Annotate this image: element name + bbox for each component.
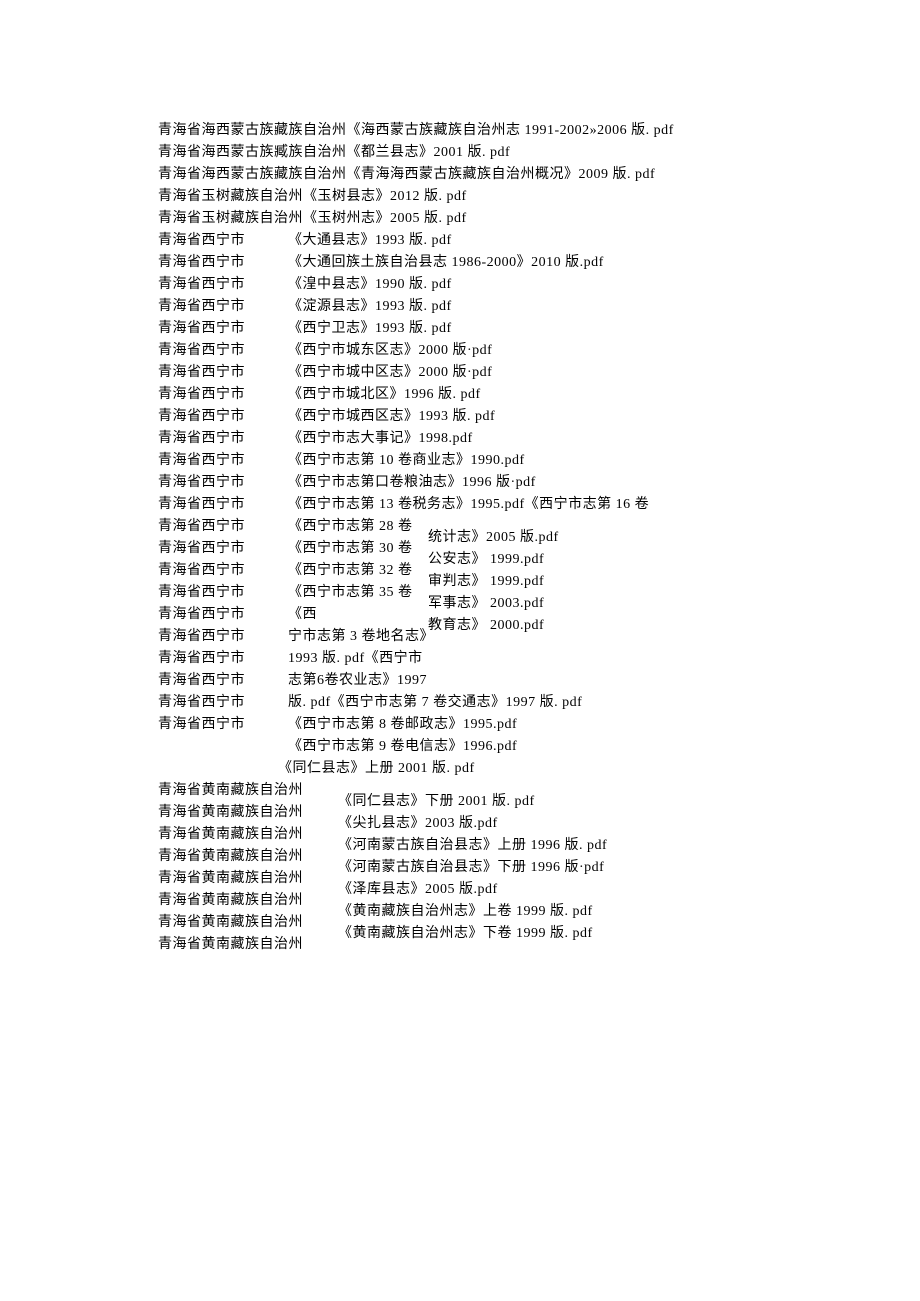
file-entry: 《西宁市志第 30 卷	[288, 538, 428, 560]
file-entry: 《西宁市城中区志》2000 版·pdf	[288, 362, 649, 384]
file-entry: 《西宁市志第口卷粮油志》1996 版·pdf	[288, 472, 649, 494]
file-entry: 审判志》 1999.pdf	[428, 571, 559, 593]
file-entry: 《尖扎县志》2003 版.pdf	[338, 813, 607, 835]
file-entry: 《大通县志》1993 版. pdf	[288, 230, 649, 252]
file-entry: 《黄南藏族自治州志》上卷 1999 版. pdf	[338, 901, 607, 923]
xining-mid-wrap: 《西宁市志第 28 卷 《西宁市志第 30 卷 《西宁市志第 32 卷 《西宁市…	[288, 516, 649, 692]
region-label: 青海省西宁市	[158, 582, 288, 604]
region-label: 青海省西宁市	[158, 428, 288, 450]
region-label: 青海省黄南藏族自治州	[158, 868, 338, 890]
region-label: 青海省西宁市	[158, 362, 288, 384]
file-entry: 军事志》 2003.pdf	[428, 593, 559, 615]
file-entry: 志第6卷农业志》1997	[288, 670, 428, 692]
huangnan-right-col: 《同仁县志》下册 2001 版. pdf 《尖扎县志》2003 版.pdf 《河…	[338, 780, 607, 956]
file-entry: 《西宁市志大事记》1998.pdf	[288, 428, 649, 450]
text-line: 青海省玉树藏族自治州《玉树州志》2005 版. pdf	[158, 208, 920, 230]
region-label: 青海省黄南藏族自治州	[158, 934, 338, 956]
region-label: 青海省西宁市	[158, 494, 288, 516]
file-entry: 《西宁市志第 13 卷税务志》1995.pdf《西宁市志第 16 卷	[288, 494, 649, 516]
xining-mid-b: 统计志》2005 版.pdf 公安志》 1999.pdf 审判志》 1999.p…	[428, 516, 559, 692]
region-label: 青海省西宁市	[158, 252, 288, 274]
region-label: 青海省西宁市	[158, 340, 288, 362]
region-label: 青海省西宁市	[158, 230, 288, 252]
file-entry: 《西宁市城北区》1996 版. pdf	[288, 384, 649, 406]
region-label: 青海省西宁市	[158, 516, 288, 538]
region-label: 青海省黄南藏族自治州	[158, 912, 338, 934]
xining-left-col: 青海省西宁市 青海省西宁市 青海省西宁市 青海省西宁市 青海省西宁市 青海省西宁…	[158, 230, 288, 780]
file-entry: 《同仁县志》上册 2001 版. pdf	[278, 758, 649, 780]
region-label: 青海省西宁市	[158, 648, 288, 670]
region-label: 青海省西宁市	[158, 384, 288, 406]
file-entry: 公安志》 1999.pdf	[428, 549, 559, 571]
region-label: 青海省西宁市	[158, 714, 288, 736]
region-label: 青海省西宁市	[158, 604, 288, 626]
region-label: 青海省西宁市	[158, 274, 288, 296]
file-entry: 《河南蒙古族自治县志》上册 1996 版. pdf	[338, 835, 607, 857]
region-label: 青海省黄南藏族自治州	[158, 824, 338, 846]
file-entry: 《西宁市城东区志》2000 版·pdf	[288, 340, 649, 362]
file-entry: 《泽库县志》2005 版.pdf	[338, 879, 607, 901]
file-entry: 《西宁市志第 10 卷商业志》1990.pdf	[288, 450, 649, 472]
region-label: 青海省黄南藏族自治州	[158, 846, 338, 868]
file-entry: 《西宁市志第 28 卷	[288, 516, 428, 538]
file-entry: 《西宁市城西区志》1993 版. pdf	[288, 406, 649, 428]
region-label: 青海省西宁市	[158, 472, 288, 494]
region-label: 青海省西宁市	[158, 406, 288, 428]
file-entry: 统计志》2005 版.pdf	[428, 527, 559, 549]
file-entry: 《黄南藏族自治州志》下卷 1999 版. pdf	[338, 923, 607, 945]
file-entry: 《西宁市志第 35 卷《西	[288, 582, 428, 626]
region-label: 青海省西宁市	[158, 450, 288, 472]
xining-block: 青海省西宁市 青海省西宁市 青海省西宁市 青海省西宁市 青海省西宁市 青海省西宁…	[158, 230, 920, 780]
file-entry: 《大通回族土族自治县志 1986-2000》2010 版.pdf	[288, 252, 649, 274]
region-label: 青海省西宁市	[158, 626, 288, 648]
region-label: 青海省西宁市	[158, 318, 288, 340]
region-label: 青海省西宁市	[158, 560, 288, 582]
region-label: 青海省黄南藏族自治州	[158, 780, 338, 802]
text-line: 青海省玉树藏族自治州《玉树县志》2012 版. pdf	[158, 186, 920, 208]
file-entry: 版. pdf《西宁市志第 7 卷交通志》1997 版. pdf	[288, 692, 649, 714]
region-label: 青海省西宁市	[158, 296, 288, 318]
huangnan-block: 青海省黄南藏族自治州 青海省黄南藏族自治州 青海省黄南藏族自治州 青海省黄南藏族…	[158, 780, 920, 956]
file-entry: 教育志》 2000.pdf	[428, 615, 559, 637]
text-line: 青海省海西蒙古族藏族自治州《青海海西蒙古族藏族自治州概况》2009 版. pdf	[158, 164, 920, 186]
text-line: 青海省海西蒙古族藏族自治州《海西蒙古族藏族自治州志 1991-2002»2006…	[158, 120, 920, 142]
file-entry: 《西宁市志第 8 卷邮政志》1995.pdf	[288, 714, 649, 736]
file-entry: 1993 版. pdf《西宁市	[288, 648, 428, 670]
file-entry: 《西宁市志第 32 卷	[288, 560, 428, 582]
file-entry: 《西宁卫志》1993 版. pdf	[288, 318, 649, 340]
xining-right-col: 《大通县志》1993 版. pdf 《大通回族土族自治县志 1986-2000》…	[288, 230, 649, 780]
region-label: 青海省西宁市	[158, 538, 288, 560]
region-label: 青海省黄南藏族自治州	[158, 802, 338, 824]
file-entry: 《湟中县志》1990 版. pdf	[288, 274, 649, 296]
xining-mid-a: 《西宁市志第 28 卷 《西宁市志第 30 卷 《西宁市志第 32 卷 《西宁市…	[288, 516, 428, 692]
region-label: 青海省西宁市	[158, 692, 288, 714]
region-label: 青海省西宁市	[158, 670, 288, 692]
file-entry: 《河南蒙古族自治县志》下册 1996 版·pdf	[338, 857, 607, 879]
huangnan-left-col: 青海省黄南藏族自治州 青海省黄南藏族自治州 青海省黄南藏族自治州 青海省黄南藏族…	[158, 780, 338, 956]
file-entry: 《淀源县志》1993 版. pdf	[288, 296, 649, 318]
document-page: 青海省海西蒙古族藏族自治州《海西蒙古族藏族自治州志 1991-2002»2006…	[0, 0, 920, 956]
file-entry: 《西宁市志第 9 卷电信志》1996.pdf	[288, 736, 649, 758]
file-entry: 《同仁县志》下册 2001 版. pdf	[338, 791, 607, 813]
region-label: 青海省黄南藏族自治州	[158, 890, 338, 912]
file-entry: 宁市志第 3 卷地名志》	[288, 626, 428, 648]
text-line: 青海省海西蒙古族臧族自治州《都兰县志》2001 版. pdf	[158, 142, 920, 164]
